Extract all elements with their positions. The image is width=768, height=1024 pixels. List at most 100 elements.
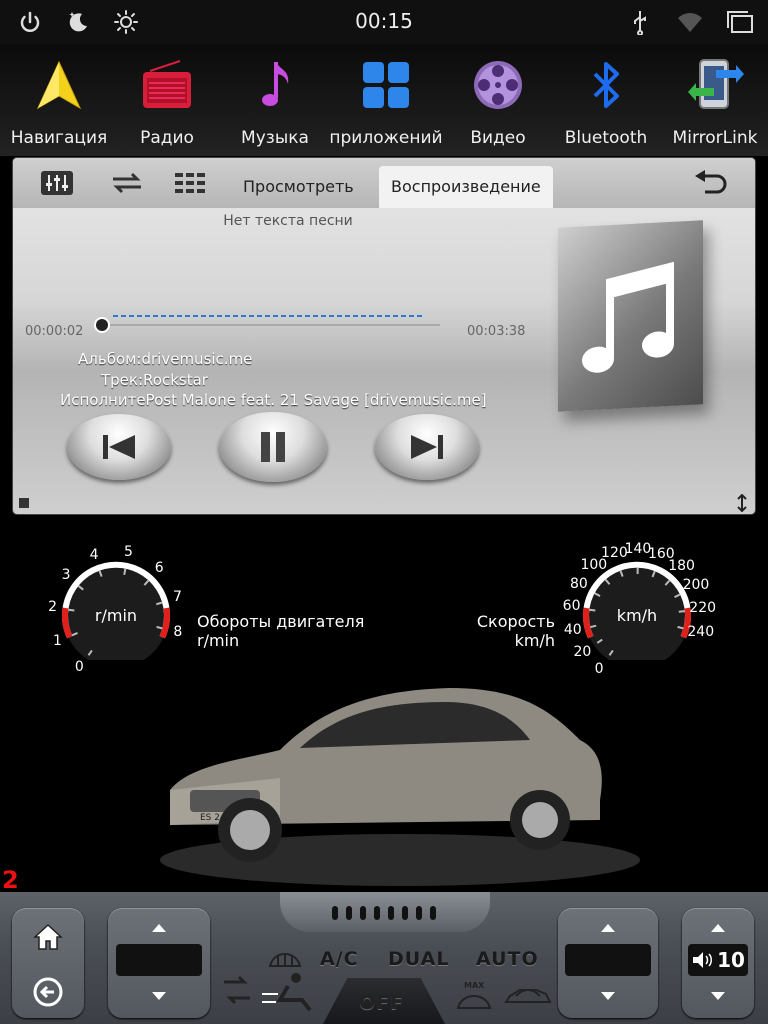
max-label: MAX — [464, 981, 485, 990]
dual-button[interactable]: DUAL — [388, 948, 449, 970]
speed-tick-label: 20 — [573, 644, 592, 661]
progress-track[interactable] — [102, 324, 440, 326]
status-bar: 00:15 — [0, 0, 768, 44]
volume-level: 10 — [717, 948, 745, 972]
left-temp-up[interactable] — [152, 924, 166, 932]
left-temp-display — [116, 944, 202, 976]
rpm-gauge: r/min 012345678 — [44, 540, 192, 675]
tab-browse[interactable]: Просмотреть — [231, 166, 366, 208]
back-circle-icon[interactable] — [32, 976, 64, 1008]
dock-item-mirrorlink[interactable]: MirrorLink — [660, 44, 768, 156]
pause-icon — [261, 432, 285, 462]
rpm-tick-label: 8 — [173, 623, 183, 640]
repeat-icon[interactable] — [109, 170, 145, 196]
time-total: 00:03:38 — [467, 324, 526, 339]
resize-icon[interactable] — [733, 494, 751, 512]
music-note-icon — [582, 261, 674, 373]
volume-up[interactable] — [711, 924, 725, 932]
fan-speed-bar — [280, 892, 490, 932]
lyrics-text: Нет текста песни — [223, 213, 353, 229]
tab-playback[interactable]: Воспроизведение — [379, 166, 553, 208]
max-defrost-icon[interactable]: MAX — [456, 980, 492, 1010]
auto-button[interactable]: AUTO — [476, 948, 539, 970]
recent-apps-icon[interactable] — [726, 8, 754, 36]
volume-display: 10 — [688, 944, 748, 976]
off-label: OFF — [359, 992, 405, 1014]
skip-previous-icon — [103, 435, 135, 459]
playlist-icon[interactable] — [173, 170, 209, 196]
player-tab-bar: Просмотреть Воспроизведение — [13, 158, 755, 208]
music-player-panel: Просмотреть Воспроизведение Нет текста п… — [13, 158, 755, 514]
film-reel-icon — [474, 61, 522, 109]
skip-next-icon — [411, 435, 443, 459]
fan-level-indicator[interactable] — [310, 904, 460, 922]
speed-tick-label: 180 — [668, 558, 695, 575]
recirculate-arrows-icon[interactable] — [222, 974, 252, 1008]
artist-info: ИсполнитеPost Malone feat. 21 Savage [dr… — [60, 391, 487, 409]
rpm-label-line2: r/min — [197, 631, 240, 650]
rpm-tick-label: 3 — [61, 566, 71, 583]
radio-icon — [143, 60, 191, 108]
dock-item-navigation[interactable]: Навигация — [4, 44, 114, 156]
navigation-arrow-icon — [36, 60, 82, 110]
album-art — [558, 220, 703, 412]
dock-label: приложений — [329, 128, 443, 148]
bluetooth-icon — [593, 62, 619, 108]
speed-tick-label: 200 — [682, 577, 710, 594]
ac-button[interactable]: A/C — [320, 948, 359, 970]
left-temp-control — [108, 908, 210, 1018]
defrost-icon[interactable] — [268, 946, 302, 970]
speed-tick-label: 220 — [689, 600, 717, 617]
usb-icon — [626, 8, 654, 36]
speed-tick-label: 40 — [563, 622, 582, 639]
right-temp-down[interactable] — [601, 992, 615, 1000]
left-temp-down[interactable] — [152, 992, 166, 1000]
speed-label-line1: Скорость — [476, 612, 555, 631]
seat-airflow-icon[interactable] — [258, 972, 314, 1012]
minimize-handle[interactable] — [19, 498, 29, 508]
rpm-unit: r/min — [94, 606, 138, 625]
dock-label: MirrorLink — [672, 128, 758, 148]
progress-knob[interactable] — [96, 319, 108, 331]
album-info: Альбом:drivemusic.me — [78, 350, 253, 368]
dock-item-radio[interactable]: Радио — [112, 44, 222, 156]
license-plate: ES 240 — [200, 813, 232, 823]
speed-tick-label: 60 — [562, 598, 581, 615]
speed-label-line2: km/h — [514, 631, 555, 650]
dock-item-apps[interactable]: приложений — [329, 44, 443, 156]
nav-button-box — [12, 908, 84, 1018]
rpm-tick-label: 5 — [124, 544, 133, 561]
speed-label: Скорость km/h — [440, 612, 555, 650]
rpm-tick-mark — [123, 568, 127, 576]
speed-gauge: km/h 0 20 40 60 80 100 120 140 160 180 200 220 240 — [560, 540, 720, 677]
annotation-marker: 2 — [2, 866, 19, 894]
previous-button[interactable] — [67, 414, 171, 480]
speed-unit: km/h — [616, 606, 658, 625]
pause-button[interactable] — [219, 412, 327, 482]
rpm-label: Обороты двигателя r/min — [197, 612, 364, 650]
back-icon[interactable] — [693, 170, 729, 196]
speed-tick-label: 240 — [687, 624, 715, 641]
equalizer-icon[interactable] — [39, 170, 75, 196]
car-image: ES 240 — [160, 688, 640, 886]
rpm-tick-label: 6 — [154, 559, 164, 576]
mirrorlink-icon — [688, 59, 744, 109]
track-info: Трек:Rockstar — [101, 371, 208, 389]
apps-grid-icon — [363, 62, 409, 108]
music-note-icon — [262, 62, 289, 106]
dock-item-video[interactable]: Видео — [443, 44, 553, 156]
off-button[interactable]: OFF — [323, 978, 445, 1024]
right-temp-display — [565, 944, 651, 976]
dock-item-bluetooth[interactable]: Bluetooth — [551, 44, 661, 156]
app-dock: Навигация Радио Музыка приложений Видео … — [0, 44, 768, 156]
dock-item-music[interactable]: Музыка — [220, 44, 330, 156]
speed-tick-label: 80 — [570, 575, 588, 592]
climate-control-bar: A/C DUAL AUTO OFF MAX 10 — [0, 892, 768, 1024]
volume-down[interactable] — [711, 992, 725, 1000]
home-icon[interactable] — [32, 922, 64, 952]
rpm-label-line1: Обороты двигателя — [197, 612, 365, 631]
car-recirculate-icon[interactable] — [502, 984, 554, 1010]
speaker-icon — [693, 952, 713, 968]
next-button[interactable] — [375, 414, 479, 480]
right-temp-up[interactable] — [601, 924, 615, 932]
